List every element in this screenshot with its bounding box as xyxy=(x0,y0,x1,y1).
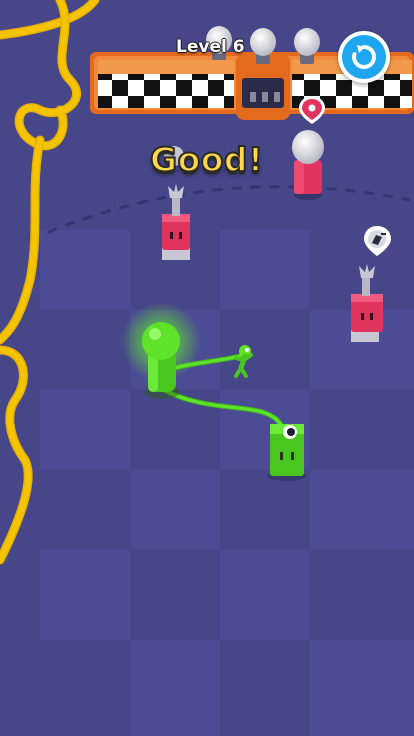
green-socket-box[interactable] xyxy=(267,424,307,481)
game-scene[interactable] xyxy=(0,0,414,736)
restart-icon xyxy=(352,44,377,69)
feedback-text: Good! xyxy=(149,139,264,180)
level-label: Level 6 xyxy=(176,37,245,57)
target-pillar xyxy=(292,130,324,200)
restart-button[interactable] xyxy=(338,31,390,83)
